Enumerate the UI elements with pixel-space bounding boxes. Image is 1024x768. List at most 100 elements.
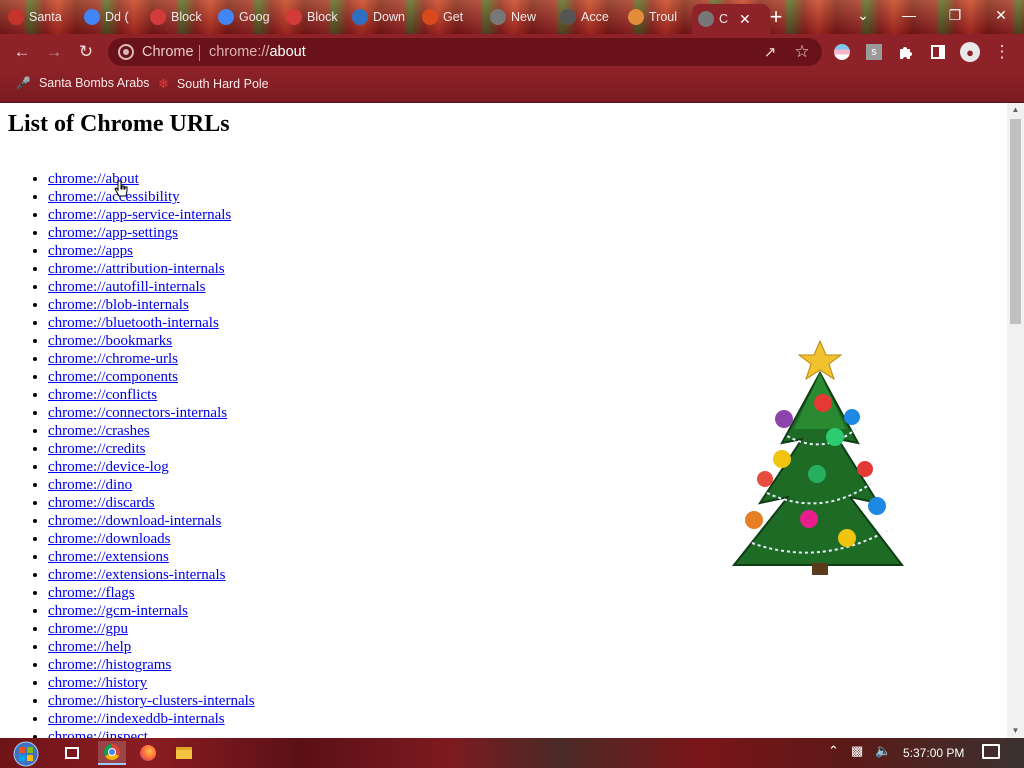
chrome-url-link[interactable]: chrome://bookmarks [48, 333, 172, 349]
action-center-icon[interactable] [982, 744, 1000, 759]
profile-button[interactable]: ● [958, 40, 982, 64]
list-item: chrome://dino [48, 476, 255, 494]
chrome-url-link[interactable]: chrome://connectors-internals [48, 405, 227, 421]
chrome-url-link[interactable]: chrome://bluetooth-internals [48, 315, 219, 331]
tab-0[interactable]: Santa [8, 4, 72, 30]
tab-4[interactable]: Block [286, 4, 344, 30]
tab-2[interactable]: Block [150, 4, 210, 30]
show-hidden-icons-button[interactable]: ⌃ [828, 743, 839, 759]
chrome-url-link[interactable]: chrome://autofill-internals [48, 279, 205, 295]
scroll-up-icon[interactable]: ▲ [1007, 103, 1024, 117]
chrome-url-link[interactable]: chrome://downloads [48, 531, 170, 547]
shield-icon [286, 9, 302, 25]
taskbar-firefox-button[interactable] [134, 741, 162, 765]
restore-icon: ❐ [948, 6, 962, 23]
chrome-url-link[interactable]: chrome://attribution-internals [48, 261, 225, 277]
chrome-url-link[interactable]: chrome://blob-internals [48, 297, 189, 313]
share-button[interactable]: ↗ [758, 40, 782, 64]
chrome-url-list: chrome://aboutchrome://accessibilitychro… [0, 170, 255, 738]
chrome-url-link[interactable]: chrome://crashes [48, 423, 150, 439]
chrome-url-link[interactable]: chrome://help [48, 639, 131, 655]
chrome-url-link[interactable]: chrome://histograms [48, 657, 171, 673]
triangle-icon [628, 9, 644, 25]
list-item: chrome://blob-internals [48, 296, 255, 314]
chrome-url-link[interactable]: chrome://discards [48, 495, 155, 511]
chrome-url-link[interactable]: chrome://history-clusters-internals [48, 693, 255, 709]
chrome-url-link[interactable]: chrome://gcm-internals [48, 603, 188, 619]
extension-flag-button[interactable] [830, 40, 854, 64]
omnibox-url[interactable]: chrome://about [209, 44, 306, 60]
tab-3[interactable]: Goog [218, 4, 278, 30]
tab-5[interactable]: Down [352, 4, 414, 30]
reload-button[interactable]: ↻ [74, 40, 98, 64]
folder-icon [176, 747, 192, 759]
tab-8[interactable]: Acce [560, 4, 620, 30]
restore-button[interactable]: ❐ [932, 0, 978, 30]
list-item: chrome://app-settings [48, 224, 255, 242]
menu-button[interactable]: ⋮ [990, 40, 1014, 64]
close-tab-icon[interactable]: ✕ [739, 11, 751, 28]
snowflake-icon: ❄ [158, 76, 169, 91]
google-icon [218, 9, 234, 25]
tab-search-button[interactable]: ⌄ [840, 0, 886, 30]
forward-button[interactable]: → [42, 40, 66, 64]
list-item: chrome://gpu [48, 620, 255, 638]
taskbar-chrome-button[interactable] [98, 741, 126, 765]
scrollbar-thumb[interactable] [1010, 119, 1021, 324]
bookmark-label: Santa Bombs Arabs [38, 76, 150, 90]
bookmark-item-0[interactable]: 🎤 Santa Bombs Arabs [16, 76, 149, 90]
tab-6[interactable]: Get [422, 4, 482, 30]
chrome-url-link[interactable]: chrome://conflicts [48, 387, 157, 403]
chrome-url-link[interactable]: chrome://apps [48, 243, 133, 259]
list-item: chrome://bluetooth-internals [48, 314, 255, 332]
list-item: chrome://autofill-internals [48, 278, 255, 296]
google-icon [84, 9, 100, 25]
chrome-url-link[interactable]: chrome://extensions [48, 549, 169, 565]
chrome-url-link[interactable]: chrome://app-settings [48, 225, 178, 241]
tab-9[interactable]: Troul [628, 4, 686, 30]
list-item: chrome://histograms [48, 656, 255, 674]
chrome-url-link[interactable]: chrome://inspect [48, 729, 148, 738]
chrome-url-link[interactable]: chrome://device-log [48, 459, 169, 475]
new-tab-button[interactable]: + [764, 6, 788, 28]
chrome-url-link[interactable]: chrome://history [48, 675, 147, 691]
site-info-icon[interactable] [118, 44, 134, 60]
extensions-button[interactable] [894, 40, 918, 64]
chrome-url-link[interactable]: chrome://components [48, 369, 178, 385]
bookmarks-bar [0, 70, 1024, 103]
tab-1[interactable]: Dd ( [84, 4, 142, 30]
tab-label: Santa [29, 10, 62, 24]
minimize-button[interactable]: — [886, 0, 932, 30]
chrome-url-link[interactable]: chrome://credits [48, 441, 145, 457]
chrome-url-link[interactable]: chrome://gpu [48, 621, 128, 637]
taskbar-clock[interactable]: 5:37:00 PM [903, 746, 964, 760]
task-view-button[interactable] [58, 741, 86, 765]
tab-7[interactable]: New [490, 4, 552, 30]
tab-label: Block [171, 10, 202, 24]
list-item: chrome://discards [48, 494, 255, 512]
list-item: chrome://indexeddb-internals [48, 710, 255, 728]
chrome-url-link[interactable]: chrome://flags [48, 585, 135, 601]
chrome-icon [698, 11, 714, 27]
network-icon[interactable]: ▩ [851, 743, 863, 759]
tab-10[interactable]: C ✕ [692, 4, 770, 34]
close-window-button[interactable]: ✕ [978, 0, 1024, 30]
download-site-icon [352, 9, 368, 25]
volume-icon[interactable]: 🔈 [875, 743, 891, 759]
side-panel-button[interactable] [926, 40, 950, 64]
back-button[interactable]: ← [10, 40, 34, 64]
chrome-url-link[interactable]: chrome://dino [48, 477, 132, 493]
arrow-left-icon: ← [13, 42, 31, 61]
scroll-down-icon[interactable]: ▼ [1007, 724, 1024, 738]
bookmark-star-button[interactable]: ☆ [790, 40, 814, 64]
chrome-url-link[interactable]: chrome://extensions-internals [48, 567, 225, 583]
extension-s-button[interactable]: s [862, 40, 886, 64]
page-scrollbar[interactable]: ▲ ▼ [1007, 103, 1024, 738]
taskbar-explorer-button[interactable] [170, 741, 198, 765]
chrome-url-link[interactable]: chrome://app-service-internals [48, 207, 231, 223]
start-button[interactable] [6, 740, 46, 768]
chrome-url-link[interactable]: chrome://download-internals [48, 513, 221, 529]
bookmark-item-1[interactable]: ❄ South Hard Pole [158, 76, 269, 92]
chrome-url-link[interactable]: chrome://indexeddb-internals [48, 711, 225, 727]
chrome-url-link[interactable]: chrome://chrome-urls [48, 351, 178, 367]
